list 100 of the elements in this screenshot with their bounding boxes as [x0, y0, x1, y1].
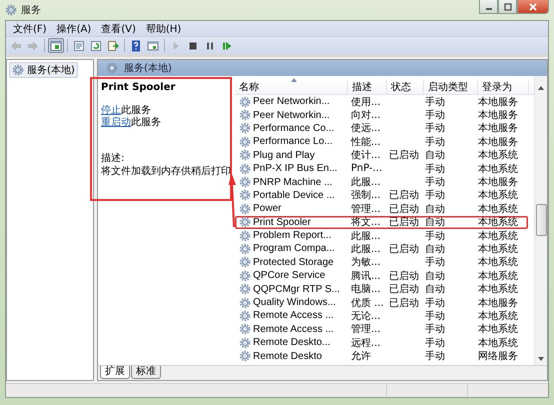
- table-cell-text: 自动: [425, 283, 445, 296]
- column-header[interactable]: 描述: [348, 80, 387, 94]
- table-cell-text: 此服...: [351, 230, 381, 243]
- service-row[interactable]: PNRP Machine ... 此服... 手动 本地服务: [235, 175, 528, 189]
- gear-icon: [239, 242, 251, 255]
- menu-item[interactable]: 帮助(H): [140, 22, 186, 36]
- tab[interactable]: 标准: [131, 366, 161, 379]
- tree-item[interactable]: 服务(本地): [9, 62, 78, 78]
- back-arrow-icon: [10, 40, 22, 52]
- gear-icon: [239, 202, 251, 215]
- service-row[interactable]: Remote Access ... 管理... 手动 本地系统: [235, 322, 528, 336]
- gear-icon: [239, 122, 251, 134]
- gear-icon: [239, 216, 251, 228]
- action-text: 此服务: [121, 105, 151, 116]
- table-cell-text: 手动: [425, 108, 445, 122]
- table-cell: Portable Device ...: [253, 190, 335, 201]
- column-header[interactable]: 启动类型: [424, 80, 478, 94]
- window-icon: [147, 40, 159, 52]
- column-header[interactable]: 状态: [387, 80, 424, 94]
- toolbar-button[interactable]: [71, 38, 87, 53]
- table-cell-text: 手动: [425, 122, 445, 136]
- table-cell-text: 本地服务: [478, 96, 518, 109]
- table-cell: Problem Report...: [253, 230, 332, 242]
- table-cell-text: 本地系统: [478, 148, 518, 162]
- table-cell-text: 手动: [425, 350, 445, 364]
- service-row[interactable]: Remote Deskto 允许 手动 网络服务: [235, 349, 528, 363]
- table-cell-text: 强制...: [351, 188, 381, 202]
- table-cell-text: 手动: [425, 256, 445, 270]
- table-cell-text: 网络服务: [478, 350, 518, 364]
- table-cell-text: 使远...: [351, 122, 381, 136]
- table-cell: PnP-X IP Bus En...: [253, 163, 338, 174]
- service-row[interactable]: Problem Report... 此服... 手动 本地系统: [235, 228, 528, 242]
- table-cell-text: 手动: [425, 230, 445, 243]
- service-row[interactable]: Print Spooler 将文... 已启动 自动 本地系统: [235, 216, 528, 229]
- menu-item[interactable]: 操作(A): [52, 22, 96, 36]
- table-cell-text: 本地服务: [478, 122, 518, 136]
- scroll-down-icon[interactable]: [537, 355, 545, 363]
- table-cell-text: 将文...: [351, 216, 381, 230]
- toolbar-button[interactable]: [105, 38, 121, 53]
- table-cell-text: 手动: [425, 296, 445, 310]
- table-cell: Remote Deskto: [253, 350, 322, 362]
- table-cell-text: 手动: [425, 188, 445, 202]
- service-row[interactable]: Peer Networkin... 使用... 手动 本地服务: [235, 95, 528, 108]
- service-row[interactable]: Remote Deskto... 远程... 手动 本地系统: [235, 336, 528, 350]
- column-header[interactable]: 登录为: [478, 80, 529, 94]
- toolbar-button[interactable]: [48, 38, 64, 53]
- table-cell-text: 腾讯...: [351, 270, 381, 283]
- menu-item[interactable]: 文件(F): [8, 22, 52, 36]
- service-row[interactable]: Plug and Play 使计... 已启动 自动 本地系统: [235, 148, 528, 162]
- restart-icon: [221, 40, 233, 52]
- service-row[interactable]: PnP-X IP Bus En... PnP-... 手动 本地系统: [235, 162, 528, 176]
- table-cell: Performance Co...: [253, 122, 334, 134]
- description-label: 描述:: [101, 152, 126, 165]
- table-cell-text: 本地系统: [478, 256, 518, 270]
- service-row[interactable]: Protected Storage 为敏... 手动 本地系统: [235, 256, 528, 270]
- service-row[interactable]: Performance Co... 使远... 手动 本地服务: [235, 122, 528, 136]
- scrollbar-thumb[interactable]: [536, 204, 546, 236]
- service-row[interactable]: QPCore Service 腾讯... 已启动 自动 本地系统: [235, 269, 528, 282]
- gear-icon: [239, 336, 251, 349]
- close-icon: [528, 2, 538, 10]
- action-link[interactable]: 重启动: [101, 117, 131, 128]
- service-title: Print Spooler: [101, 82, 176, 93]
- table-cell: QPCore Service: [253, 270, 326, 282]
- service-row[interactable]: QQPCMgr RTP S... 电脑... 已启动 自动 本地系统: [235, 282, 528, 296]
- column-header[interactable]: 名称: [235, 80, 348, 94]
- action-link[interactable]: 停止: [101, 105, 121, 116]
- table-cell-text: 已启动: [389, 202, 419, 216]
- table-cell-text: 性能...: [351, 136, 381, 149]
- gear-icon: [239, 283, 251, 296]
- table-cell-text: 管理...: [351, 202, 381, 216]
- minimize-button[interactable]: [479, 0, 498, 14]
- gear-icon: [239, 323, 251, 336]
- table-cell-text: 本地系统: [478, 216, 518, 230]
- table-cell: Remote Access ...: [253, 324, 334, 335]
- table-cell: Power: [253, 203, 282, 214]
- table-cell-text: 本地系统: [478, 230, 518, 243]
- service-row[interactable]: Power 管理... 已启动 自动 本地系统: [235, 202, 528, 216]
- gear-icon: [239, 256, 251, 268]
- service-row[interactable]: Remote Access ... 无论... 手动 本地系统: [235, 309, 528, 323]
- table-cell-text: 已启动: [389, 270, 419, 283]
- close-button[interactable]: [517, 0, 549, 14]
- gear-icon: [239, 270, 251, 282]
- maximize-button[interactable]: [498, 0, 517, 14]
- service-row[interactable]: Peer Networkin... 向对... 手动 本地服务: [235, 108, 528, 122]
- tab[interactable]: 扩展: [100, 366, 130, 379]
- service-row[interactable]: Portable Device ... 强制... 已启动 手动 本地系统: [235, 188, 528, 202]
- stop-icon: [187, 40, 199, 52]
- panel-header: 服务(本地): [124, 62, 172, 75]
- gear-icon: [239, 136, 251, 148]
- table-cell: QQPCMgr RTP S...: [253, 284, 340, 295]
- table-cell-text: 手动: [425, 322, 445, 336]
- table-cell: Protected Storage: [253, 256, 334, 268]
- service-row[interactable]: Performance Lo... 性能... 手动 本地服务: [235, 135, 528, 149]
- toolbar-button[interactable]: [88, 38, 104, 53]
- service-row[interactable]: Program Compa... 此服... 已启动 自动 本地系统: [235, 242, 528, 256]
- gear-icon: [239, 350, 251, 362]
- service-row[interactable]: Quality Windows... 优质 ... 已启动 手动 本地服务: [235, 296, 528, 310]
- scroll-up-icon[interactable]: [537, 84, 545, 92]
- scrollbar[interactable]: [534, 76, 547, 365]
- menu-item[interactable]: 查看(V): [96, 22, 141, 36]
